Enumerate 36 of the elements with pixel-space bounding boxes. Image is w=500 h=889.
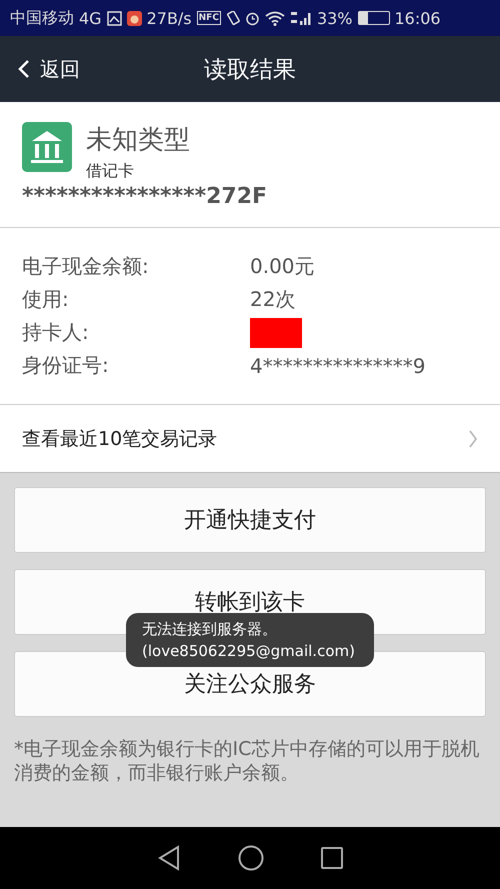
info-label: 电子现金余额: bbox=[22, 253, 150, 280]
footnote-text: *电子现金余额为银行卡的IC芯片中存储的可以用于脱机消费的金额，而非银行账户余额。 bbox=[14, 737, 480, 785]
back-icon[interactable] bbox=[157, 845, 181, 871]
back-button[interactable]: 返回 bbox=[0, 36, 120, 102]
info-value: 0.00元 bbox=[250, 253, 315, 280]
card-subtype: 借记卡 bbox=[86, 161, 135, 182]
card-number: ****************272F bbox=[22, 184, 268, 209]
network-type: 4G bbox=[79, 8, 102, 28]
action-button[interactable]: 开通快捷支付 bbox=[14, 487, 486, 553]
vibrate-icon bbox=[226, 10, 240, 26]
chevron-right-icon bbox=[468, 428, 478, 448]
carrier-name: 中国移动 bbox=[10, 8, 74, 28]
chevron-left-icon bbox=[18, 59, 30, 79]
error-toast: 无法连接到服务器。 (love85062295@gmail.com) bbox=[126, 613, 374, 667]
info-value: 22次 bbox=[250, 286, 296, 313]
nfc-icon: NFC bbox=[196, 11, 221, 25]
signal-icon bbox=[290, 10, 312, 26]
info-label: 使用: bbox=[22, 286, 70, 313]
alarm-icon bbox=[244, 10, 260, 26]
battery-icon bbox=[358, 11, 390, 25]
info-label: 持卡人: bbox=[22, 319, 90, 346]
info-value: 4***************9 bbox=[250, 354, 426, 378]
bank-icon bbox=[22, 122, 72, 172]
redaction-block bbox=[250, 318, 302, 348]
clock-time: 16:06 bbox=[394, 8, 441, 28]
network-speed: 27B/s bbox=[146, 8, 192, 28]
card-type: 未知类型 bbox=[86, 124, 190, 157]
home-icon[interactable] bbox=[238, 845, 264, 871]
wifi-icon bbox=[264, 10, 285, 26]
transactions-link[interactable]: 查看最近10笔交易记录 bbox=[0, 405, 500, 473]
battery-percent: 33% bbox=[316, 8, 352, 28]
image-icon bbox=[106, 10, 122, 26]
recents-icon[interactable] bbox=[321, 847, 343, 869]
app-icon bbox=[126, 10, 142, 26]
screen-title: 读取结果 bbox=[203, 56, 297, 84]
info-label: 身份证号: bbox=[22, 352, 110, 379]
